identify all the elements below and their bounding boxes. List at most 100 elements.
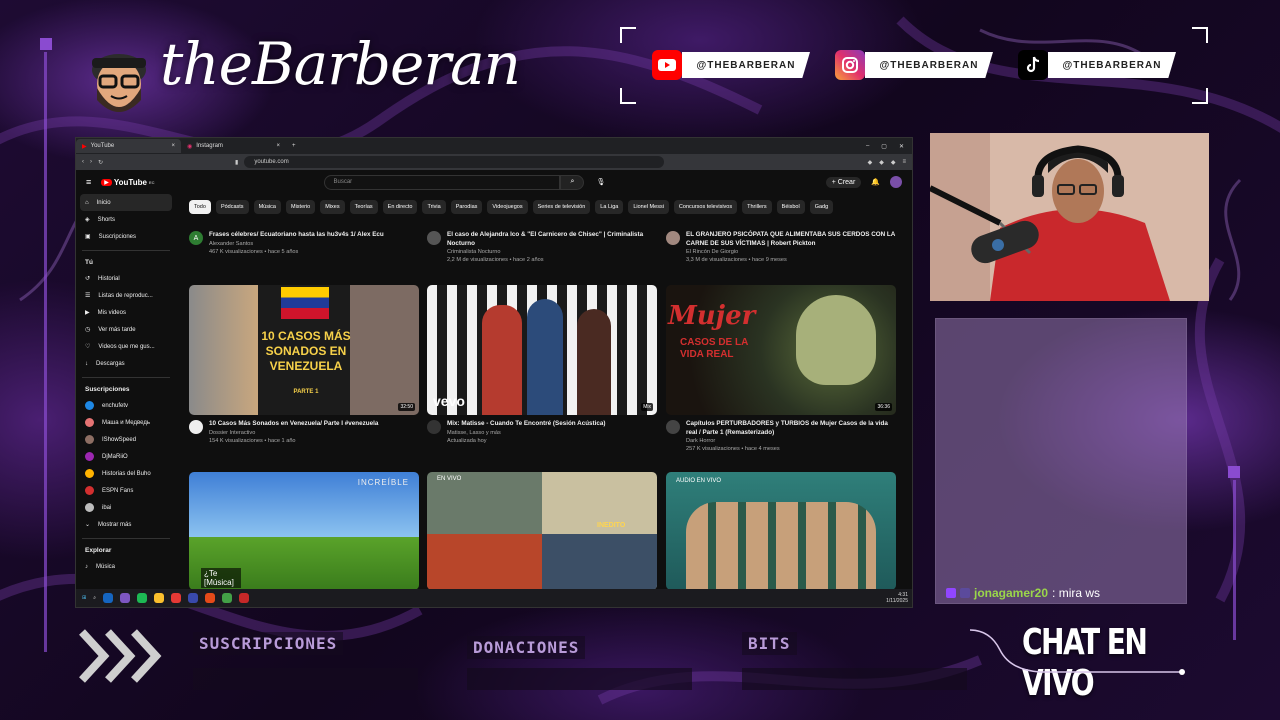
video-thumbnail[interactable]: INCREÍBLE ¿Te [Música] bbox=[189, 472, 419, 590]
sidebar-item-music[interactable]: ♪ Música bbox=[76, 558, 176, 575]
notifications-icon[interactable]: 🔔 bbox=[871, 178, 880, 186]
youtube-logo[interactable]: ▶ YouTube EC bbox=[101, 178, 154, 187]
social-tiktok[interactable]: @THEBARBERAN bbox=[1018, 50, 1176, 80]
filter-chip[interactable]: Trivia bbox=[422, 200, 446, 214]
spotify-icon[interactable] bbox=[137, 593, 148, 603]
video-thumbnail[interactable]: AUDIO EN VIVO bbox=[666, 472, 896, 590]
sidebar-sub-channel[interactable]: ibai bbox=[76, 499, 176, 516]
video-title[interactable]: Mix: Matisse - Cuando Te Encontré (Sesió… bbox=[447, 420, 606, 429]
reload-icon[interactable]: ↻ bbox=[98, 159, 103, 166]
url-input[interactable]: youtube.com bbox=[244, 156, 665, 168]
app-icon[interactable] bbox=[120, 593, 131, 603]
back-icon[interactable]: ‹ bbox=[82, 159, 84, 165]
filter-chip[interactable]: Series de televisión bbox=[532, 200, 591, 214]
channel-name[interactable]: Criminalista Nocturno bbox=[447, 248, 657, 256]
sidebar-item-shorts[interactable]: ◈ Shorts bbox=[76, 211, 176, 228]
filter-chip[interactable]: Pódcasts bbox=[215, 200, 249, 214]
filter-chip[interactable]: Béisbol bbox=[776, 200, 805, 214]
sidebar-item-subscriptions[interactable]: ▣ Suscripciones bbox=[76, 228, 176, 245]
filter-chip[interactable]: Gadg bbox=[809, 200, 834, 214]
channel-avatar[interactable] bbox=[427, 420, 441, 434]
sidebar-sub-channel[interactable]: IShowSpeed bbox=[76, 431, 176, 448]
video-card[interactable]: EN VIVO INEDITO bbox=[427, 472, 657, 590]
filter-chip[interactable]: Música bbox=[253, 200, 281, 214]
app-icon[interactable] bbox=[222, 593, 233, 603]
sidebar-item-home[interactable]: ⌂ Inicio bbox=[80, 194, 172, 211]
filter-chip[interactable]: Concursos televisivos bbox=[673, 200, 738, 214]
filter-chip[interactable]: En directo bbox=[382, 200, 418, 214]
hamburger-icon[interactable]: ≡ bbox=[86, 177, 91, 187]
chrome-icon[interactable] bbox=[154, 593, 165, 603]
taskbar-clock[interactable]: 4:31 1/11/2025 bbox=[886, 592, 912, 604]
channel-avatar[interactable] bbox=[666, 231, 680, 245]
video-card[interactable]: INCREÍBLE ¿Te [Música] bbox=[189, 472, 419, 590]
search-button[interactable]: ⌕ bbox=[560, 174, 585, 190]
filter-chip[interactable]: Lionel Messi bbox=[628, 200, 669, 214]
menu-icon[interactable]: ≡ bbox=[902, 159, 906, 166]
social-youtube[interactable]: @THEBARBERAN bbox=[652, 50, 810, 80]
video-title[interactable]: Capítulos PERTURBADORES y TURBIOS de Muj… bbox=[686, 420, 896, 437]
brave-icon[interactable] bbox=[171, 593, 182, 603]
sidebar-item-liked[interactable]: ♡ Videos que me gus... bbox=[76, 338, 176, 355]
channel-avatar[interactable] bbox=[427, 231, 441, 245]
video-thumbnail[interactable]: EN VIVO INEDITO bbox=[427, 472, 657, 590]
microphone-icon[interactable]: 🎙 bbox=[596, 178, 605, 186]
sidebar-item-history[interactable]: ↺ Historial bbox=[76, 270, 176, 287]
channel-avatar[interactable]: A bbox=[189, 231, 203, 245]
app-icon[interactable] bbox=[239, 593, 250, 603]
filter-chip[interactable]: Thrillers bbox=[742, 200, 772, 214]
create-button[interactable]: + Crear bbox=[825, 176, 862, 188]
video-title[interactable]: EL GRANJERO PSICÓPATA QUE ALIMENTABA SUS… bbox=[686, 231, 896, 248]
close-icon[interactable]: × bbox=[276, 143, 280, 149]
channel-name[interactable]: Matisse, Lasso y más bbox=[447, 429, 606, 437]
video-title[interactable]: Frases célebres/ Ecuatoriano hasta las h… bbox=[209, 231, 384, 240]
search-input[interactable]: Buscar bbox=[324, 174, 561, 190]
channel-avatar[interactable] bbox=[666, 420, 680, 434]
sidebar-sub-channel[interactable]: DjMaRiiO bbox=[76, 448, 176, 465]
close-window-icon[interactable]: ✕ bbox=[899, 143, 904, 150]
search-icon[interactable]: ⌕ bbox=[93, 595, 96, 601]
sidebar-show-more[interactable]: ⌄ Mostrar más bbox=[76, 516, 176, 533]
video-card[interactable]: 10 CASOS MÁS SONADOS EN VENEZUELA PARTE … bbox=[189, 285, 419, 445]
sidebar-item-watch-later[interactable]: ◷ Ver más tarde bbox=[76, 321, 176, 338]
app-icon[interactable] bbox=[188, 593, 199, 603]
minimize-icon[interactable]: – bbox=[866, 143, 869, 150]
video-title[interactable]: 10 Casos Más Sonados en Venezuela/ Parte… bbox=[209, 420, 378, 429]
video-card[interactable]: EL GRANJERO PSICÓPATA QUE ALIMENTABA SUS… bbox=[666, 226, 896, 265]
tab-instagram[interactable]: ◉ Instagram × bbox=[181, 139, 286, 153]
video-thumbnail[interactable]: Mujer CASOS DE LA VIDA REAL 36:36 bbox=[666, 285, 896, 415]
sidebar-sub-channel[interactable]: Маша и Медведь bbox=[76, 414, 176, 431]
social-instagram[interactable]: @THEBARBERAN bbox=[835, 50, 993, 80]
sidebar-sub-channel[interactable]: enchufetv bbox=[76, 397, 176, 414]
filter-chip[interactable]: Misterio bbox=[285, 200, 316, 214]
video-thumbnail[interactable]: vevo Mix bbox=[427, 285, 657, 415]
video-thumbnail[interactable]: 10 CASOS MÁS SONADOS EN VENEZUELA PARTE … bbox=[189, 285, 419, 415]
sidebar-sub-channel[interactable]: Historias del Buho bbox=[76, 465, 176, 482]
sidebar-sub-channel[interactable]: ESPN Fans bbox=[76, 482, 176, 499]
video-card[interactable]: Mujer CASOS DE LA VIDA REAL 36:36 Capítu… bbox=[666, 285, 896, 454]
app-icon[interactable] bbox=[205, 593, 216, 603]
video-card[interactable]: A Frases célebres/ Ecuatoriano hasta las… bbox=[189, 226, 419, 256]
filter-chip[interactable]: Mixes bbox=[320, 200, 345, 214]
channel-name[interactable]: Dossier Interactivo bbox=[209, 429, 378, 437]
channel-avatar[interactable] bbox=[189, 420, 203, 434]
video-card[interactable]: AUDIO EN VIVO bbox=[666, 472, 896, 590]
channel-name[interactable]: Alexander Santos bbox=[209, 240, 384, 248]
windows-start-icon[interactable]: ⊞ bbox=[82, 595, 86, 601]
filter-chip[interactable]: La Liga bbox=[595, 200, 624, 214]
extension-icon[interactable]: ◆ bbox=[868, 159, 873, 166]
sidebar-section-you[interactable]: Tú bbox=[76, 251, 176, 270]
video-card[interactable]: El caso de Alejandra Ico & "El Carnicero… bbox=[427, 226, 657, 265]
maximize-icon[interactable]: ▢ bbox=[881, 143, 887, 150]
app-icon[interactable] bbox=[103, 593, 114, 603]
video-title[interactable]: El caso de Alejandra Ico & "El Carnicero… bbox=[447, 231, 657, 248]
new-tab-icon[interactable]: + bbox=[292, 143, 296, 149]
video-card[interactable]: vevo Mix Mix: Matisse - Cuando Te Encont… bbox=[427, 285, 657, 445]
filter-chip[interactable]: Teorías bbox=[349, 200, 378, 214]
tab-youtube[interactable]: ▶ YouTube × bbox=[76, 139, 181, 153]
account-avatar[interactable] bbox=[890, 176, 902, 188]
bookmark-icon[interactable]: ▮ bbox=[235, 159, 238, 166]
sidebar-item-playlists[interactable]: ☰ Listas de reproduc... bbox=[76, 287, 176, 304]
extension-icon[interactable]: ◆ bbox=[891, 159, 896, 166]
filter-chip[interactable]: Todo bbox=[189, 200, 211, 214]
